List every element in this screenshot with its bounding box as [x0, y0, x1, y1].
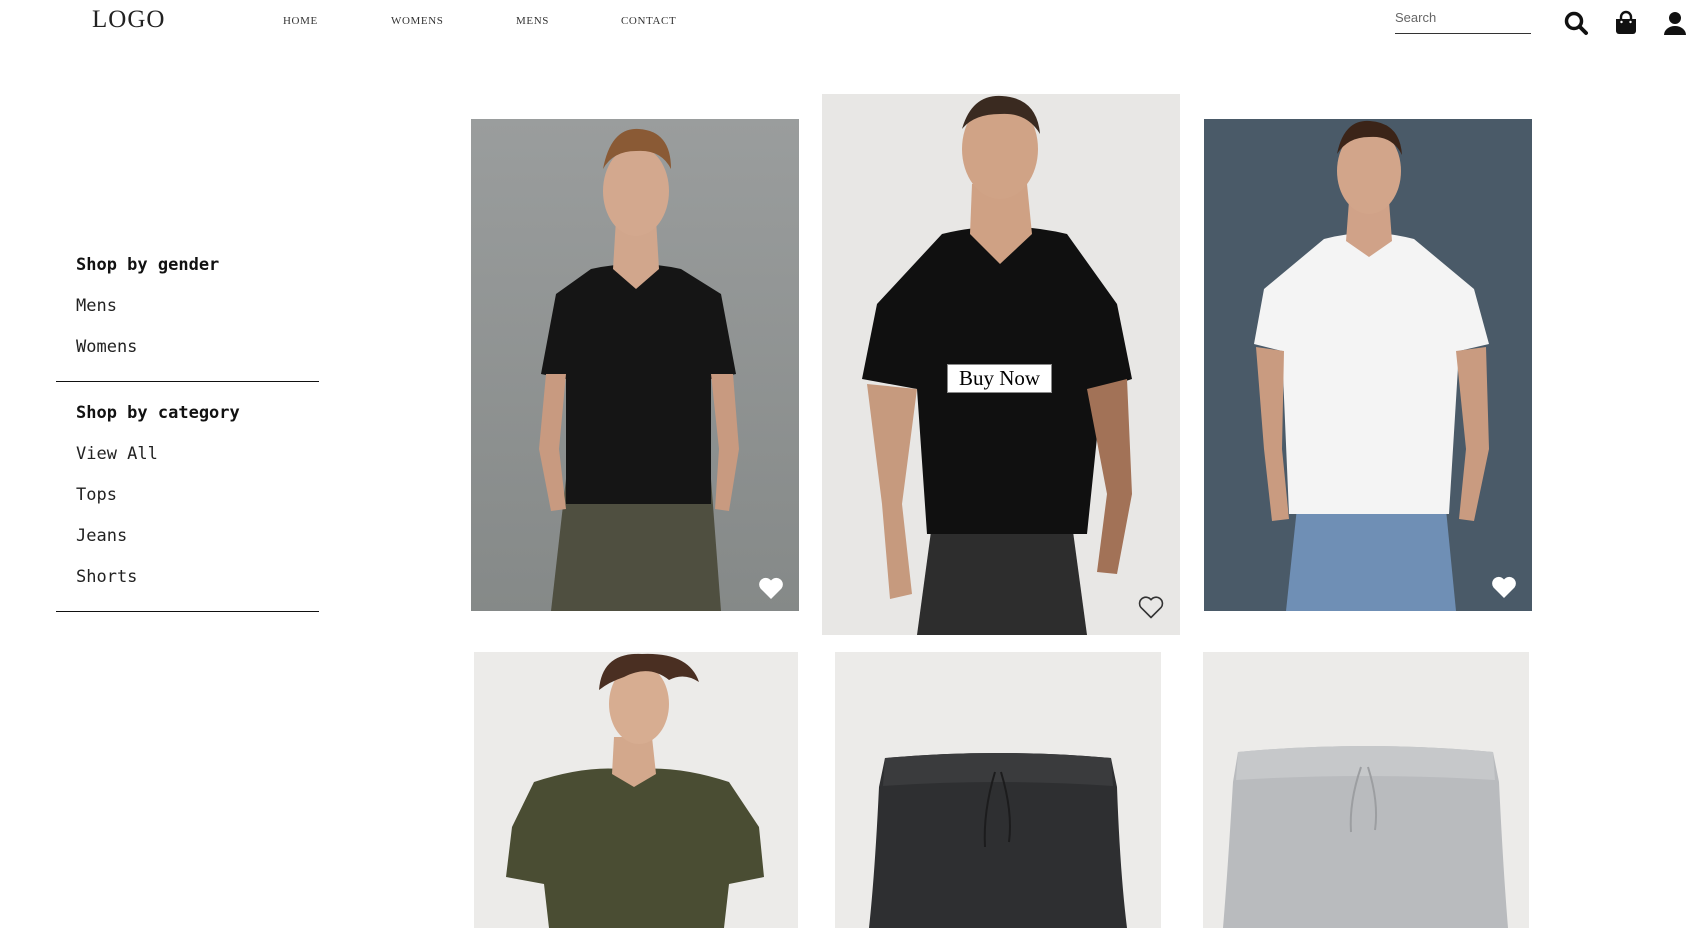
nav-home[interactable]: HOME [283, 15, 318, 27]
product-image [1204, 119, 1532, 611]
filter-category-view-all[interactable]: View All [76, 444, 158, 464]
product-card[interactable] [835, 652, 1161, 928]
logo[interactable]: LOGO [92, 6, 165, 34]
shop-by-category-heading: Shop by category [76, 403, 240, 423]
filled-heart-icon[interactable] [1490, 574, 1518, 600]
filled-heart-icon[interactable] [757, 575, 785, 601]
product-image [835, 652, 1161, 928]
buy-now-button[interactable]: Buy Now [947, 364, 1053, 393]
product-image [1203, 652, 1529, 928]
filter-category-shorts[interactable]: Shorts [76, 567, 137, 587]
product-card[interactable]: Buy Now [822, 94, 1180, 635]
product-card[interactable] [471, 119, 799, 611]
filter-category-tops[interactable]: Tops [76, 485, 117, 505]
search-box [1395, 9, 1531, 34]
product-card[interactable] [474, 652, 798, 928]
product-card[interactable] [1203, 652, 1529, 928]
search-input[interactable] [1395, 9, 1531, 25]
nav-womens[interactable]: WOMENS [391, 15, 444, 27]
divider [56, 381, 319, 382]
search-icon[interactable] [1563, 10, 1589, 36]
filter-gender-womens[interactable]: Womens [76, 337, 137, 357]
product-image [474, 652, 798, 928]
shop-by-gender-heading: Shop by gender [76, 255, 220, 275]
filter-gender-mens[interactable]: Mens [76, 296, 117, 316]
product-image [471, 119, 799, 611]
outline-heart-icon[interactable] [1137, 594, 1165, 620]
nav-contact[interactable]: CONTACT [621, 15, 676, 27]
filter-category-jeans[interactable]: Jeans [76, 526, 127, 546]
product-card[interactable] [1204, 119, 1532, 611]
shopping-bag-icon[interactable] [1613, 10, 1639, 36]
divider [56, 611, 319, 612]
nav-mens[interactable]: MENS [516, 15, 549, 27]
user-icon[interactable] [1662, 10, 1688, 36]
